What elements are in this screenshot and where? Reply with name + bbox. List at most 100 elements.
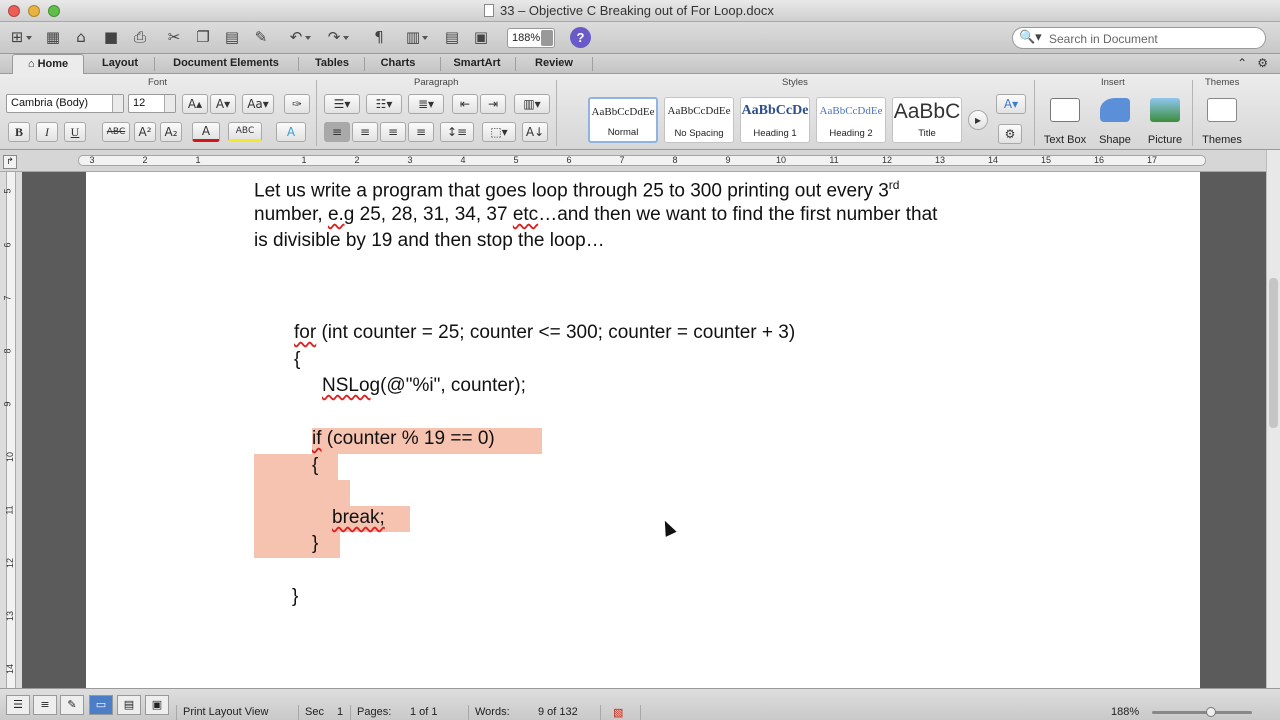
ruler-number: 17 bbox=[1147, 155, 1158, 165]
minimize-window-button[interactable] bbox=[28, 5, 40, 17]
manage-styles-icon[interactable]: ⚙ bbox=[998, 124, 1022, 144]
tab-review[interactable]: Review bbox=[519, 54, 589, 74]
zoom-slider-knob[interactable] bbox=[1206, 707, 1216, 717]
ruler-strip[interactable] bbox=[78, 155, 1206, 166]
copy-icon[interactable]: ❐ bbox=[192, 26, 214, 48]
strikethrough-button[interactable]: ABC bbox=[102, 122, 130, 142]
format-painter-icon[interactable]: ✎ bbox=[250, 26, 272, 48]
save-icon[interactable]: ■ bbox=[100, 26, 122, 48]
zoom-field[interactable]: 188% bbox=[507, 28, 555, 48]
vertical-scrollbar[interactable] bbox=[1266, 150, 1280, 688]
underline-button[interactable]: U bbox=[64, 122, 86, 142]
redo-icon[interactable]: ↷ bbox=[323, 26, 349, 48]
show-formatting-icon[interactable]: ¶ bbox=[368, 26, 390, 48]
text-effects-button[interactable]: A bbox=[276, 122, 306, 142]
style-normal[interactable]: AaBbCcDdEe Normal bbox=[588, 97, 658, 143]
draft-view-icon[interactable]: ☰ bbox=[6, 695, 30, 715]
help-icon[interactable]: ? bbox=[570, 27, 591, 48]
sort-button[interactable]: A↓ bbox=[522, 122, 548, 142]
zoom-slider[interactable] bbox=[1152, 711, 1252, 714]
publishing-view-icon[interactable]: ✎ bbox=[60, 695, 84, 715]
bullets-button[interactable]: ☰▾ bbox=[324, 94, 360, 114]
bold-button[interactable]: B bbox=[8, 122, 30, 142]
font-color-button[interactable]: A bbox=[192, 122, 220, 142]
themes-button[interactable]: Themes bbox=[1197, 96, 1247, 146]
scrollbar-thumb[interactable] bbox=[1269, 278, 1278, 428]
style-heading-2[interactable]: AaBbCcDdEe Heading 2 bbox=[816, 97, 886, 143]
font-size-select[interactable]: 12 bbox=[128, 94, 176, 113]
zoom-dropdown-icon[interactable] bbox=[541, 30, 553, 46]
change-case-button[interactable]: Aa▾ bbox=[242, 94, 274, 114]
text-run: is divisible by 19 and then stop the loo… bbox=[254, 230, 605, 251]
multilevel-list-button[interactable]: ≣▾ bbox=[408, 94, 444, 114]
style-no-spacing[interactable]: AaBbCcDdEe No Spacing bbox=[664, 97, 734, 143]
clear-formatting-button[interactable]: ✑ bbox=[284, 94, 310, 114]
notebook-view-icon[interactable]: ▤ bbox=[117, 695, 141, 715]
tab-charts[interactable]: Charts bbox=[368, 54, 428, 74]
document-page[interactable]: Let us write a program that goes loop th… bbox=[86, 172, 1200, 688]
vertical-ruler-number: 8 bbox=[2, 348, 13, 354]
insert-text-box-button[interactable]: Text Box bbox=[1040, 96, 1090, 146]
superscript-button[interactable]: A² bbox=[134, 122, 156, 142]
insert-shape-button[interactable]: Shape bbox=[1090, 96, 1140, 146]
ribbon-collapse-icon[interactable]: ⌃ ⚙ bbox=[1237, 56, 1268, 70]
toolbox-icon[interactable]: ▣ bbox=[470, 26, 492, 48]
outline-view-icon[interactable]: ≡ bbox=[33, 695, 57, 715]
search-icon: 🔍▾ bbox=[1019, 30, 1042, 45]
columns-button[interactable]: ▥▾ bbox=[514, 94, 550, 114]
font-name-select[interactable]: Cambria (Body) bbox=[6, 94, 124, 113]
status-separator bbox=[468, 705, 469, 720]
highlight-button[interactable]: ABC bbox=[228, 122, 262, 142]
print-icon[interactable]: ⎙ bbox=[129, 26, 151, 48]
decrease-indent-button[interactable]: ⇤ bbox=[452, 94, 478, 114]
ruler-number: 2 bbox=[354, 155, 360, 165]
style-name: Heading 2 bbox=[829, 128, 873, 139]
tab-tables[interactable]: Tables bbox=[302, 54, 362, 74]
tab-stop-selector[interactable]: ↱ bbox=[3, 155, 17, 169]
spelling-status-icon[interactable]: ▧ bbox=[613, 706, 623, 719]
align-center-button[interactable]: ≡ bbox=[352, 122, 378, 142]
subscript-button[interactable]: A₂ bbox=[160, 122, 182, 142]
cut-icon[interactable]: ✂ bbox=[163, 26, 185, 48]
zoom-window-button[interactable] bbox=[48, 5, 60, 17]
tab-document-elements[interactable]: Document Elements bbox=[158, 54, 294, 74]
undo-icon[interactable]: ↶ bbox=[285, 26, 311, 48]
code-line-break: break; bbox=[332, 507, 385, 529]
grow-font-button[interactable]: A▴ bbox=[182, 94, 208, 114]
style-heading-1[interactable]: AaBbCcDe Heading 1 bbox=[740, 97, 810, 143]
search-box[interactable]: 🔍▾ Search in Document bbox=[1012, 27, 1266, 49]
templates-icon[interactable]: ▦ bbox=[42, 26, 64, 48]
focus-view-icon[interactable]: ▣ bbox=[145, 695, 169, 715]
gallery-icon[interactable]: ▤ bbox=[441, 26, 463, 48]
open-icon[interactable]: ⌂ bbox=[70, 26, 92, 48]
style-title[interactable]: AaBbC Title bbox=[892, 97, 962, 143]
styles-pane-icon[interactable]: A▾ bbox=[996, 94, 1026, 114]
shrink-font-button[interactable]: A▾ bbox=[210, 94, 236, 114]
close-window-button[interactable] bbox=[8, 5, 20, 17]
tab-separator bbox=[440, 57, 441, 71]
search-input[interactable]: Search in Document bbox=[1049, 32, 1158, 46]
print-layout-view-icon[interactable]: ▭ bbox=[89, 695, 113, 715]
selection-highlight bbox=[254, 532, 340, 558]
sidebar-icon[interactable]: ▥ bbox=[402, 26, 428, 48]
increase-indent-button[interactable]: ⇥ bbox=[480, 94, 506, 114]
style-preview: AaBbCcDdEe bbox=[819, 105, 883, 117]
line-spacing-button[interactable]: ↕≡ bbox=[440, 122, 474, 142]
insert-picture-button[interactable]: Picture bbox=[1140, 96, 1190, 146]
chevron-down-icon bbox=[112, 95, 123, 112]
tab-layout[interactable]: Layout bbox=[88, 54, 152, 74]
align-left-button[interactable]: ≡ bbox=[324, 122, 350, 142]
styles-next-button[interactable]: ▸ bbox=[968, 110, 988, 130]
borders-button[interactable]: ⬚▾ bbox=[482, 122, 516, 142]
paste-icon[interactable]: ▤ bbox=[221, 26, 243, 48]
justify-button[interactable]: ≡ bbox=[408, 122, 434, 142]
new-document-icon[interactable]: ⊞ bbox=[6, 26, 32, 48]
tab-home[interactable]: ⌂ Home bbox=[12, 54, 84, 74]
zoom-value: 188% bbox=[512, 32, 541, 44]
style-name: Title bbox=[918, 128, 936, 139]
align-right-button[interactable]: ≡ bbox=[380, 122, 406, 142]
italic-button[interactable]: I bbox=[36, 122, 58, 142]
group-label-insert: Insert bbox=[1101, 77, 1125, 88]
tab-smartart[interactable]: SmartArt bbox=[444, 54, 510, 74]
numbering-button[interactable]: ☷▾ bbox=[366, 94, 402, 114]
